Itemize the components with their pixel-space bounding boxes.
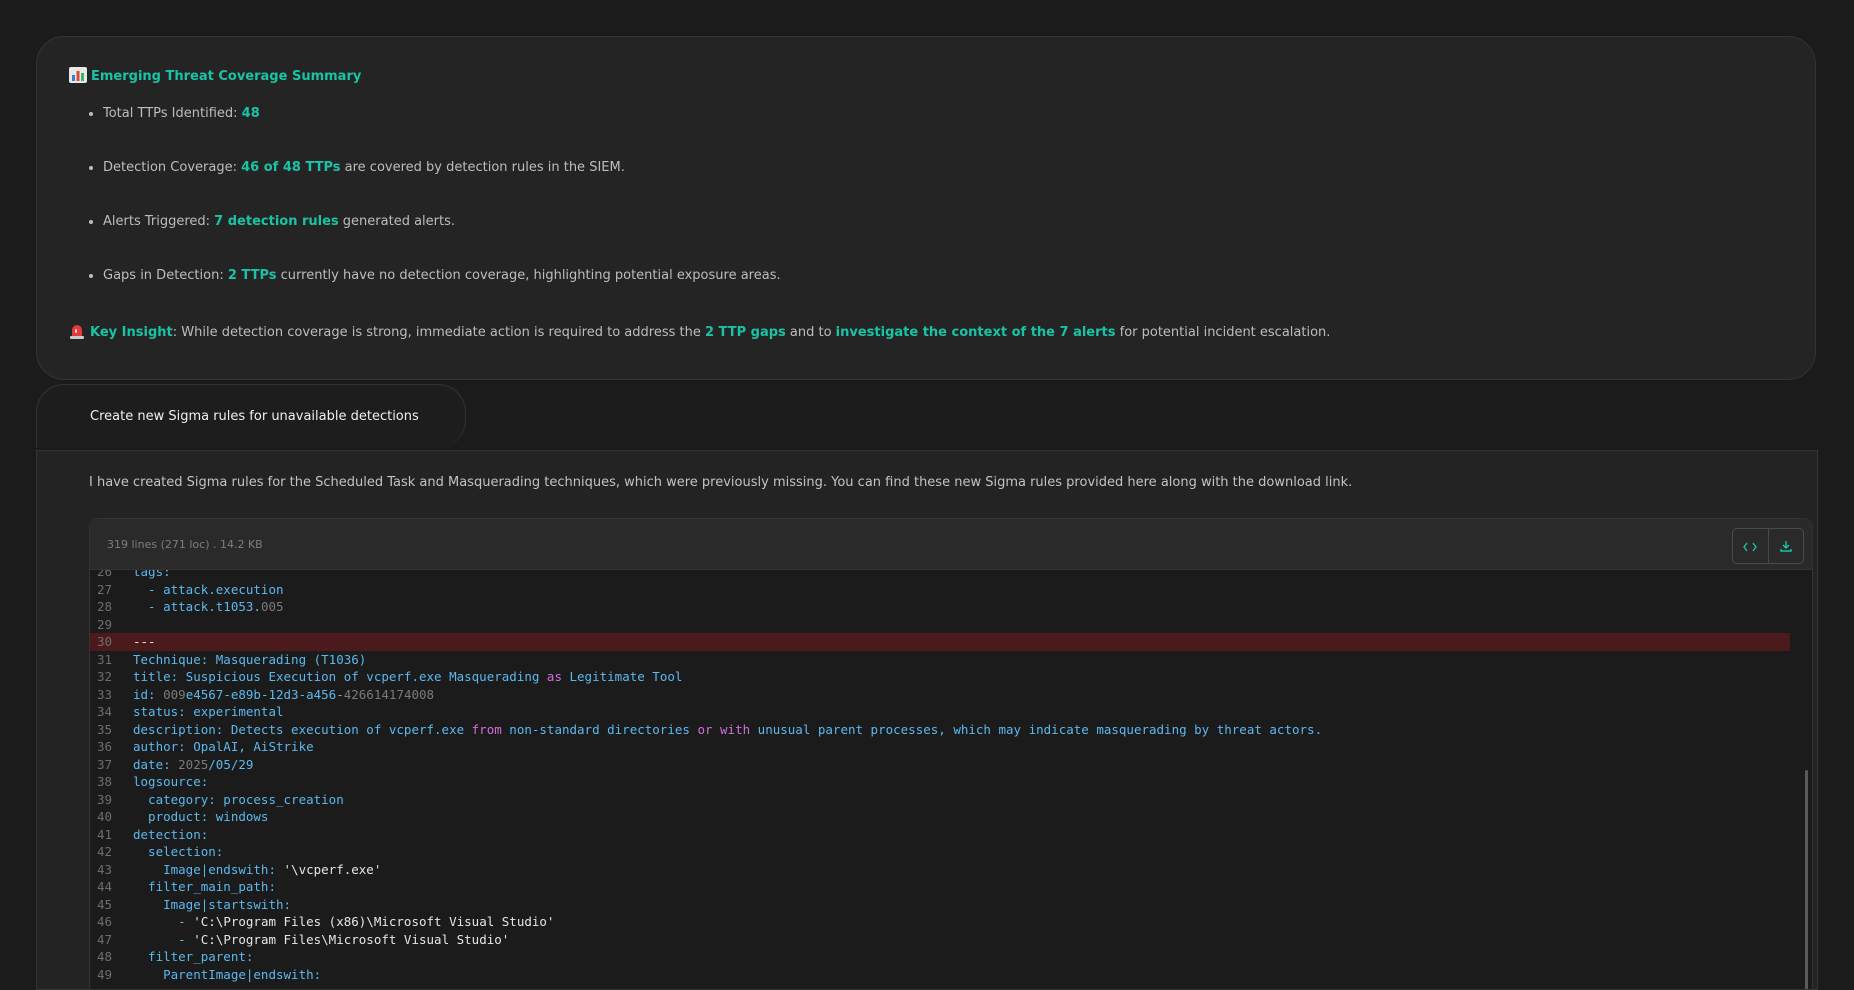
line-number: 31 bbox=[96, 651, 112, 667]
line-text: logsource: bbox=[133, 774, 209, 789]
code-line: 43 Image|endswith: '\vcperf.exe' bbox=[90, 861, 1790, 879]
code-line: 48 filter_parent: bbox=[90, 948, 1790, 966]
line-number: 46 bbox=[96, 914, 112, 929]
line-text: Technique: Masquerading (T1036) bbox=[133, 651, 367, 667]
line-number: 38 bbox=[96, 774, 112, 789]
line-text: status: experimental bbox=[133, 704, 284, 719]
summary-list: Total TTPs Identified: 48 Detection Cove… bbox=[69, 105, 1803, 321]
code-line: 40 product: windows bbox=[90, 808, 1790, 826]
line-text: filter_parent: bbox=[133, 949, 254, 964]
line-number: 39 bbox=[96, 791, 112, 807]
code-line: 36 author: OpalAI, AiStrike bbox=[90, 738, 1790, 756]
code-line: 34 status: experimental bbox=[90, 703, 1790, 721]
code-line: 38 logsource: bbox=[90, 773, 1790, 791]
line-number: 48 bbox=[96, 949, 112, 964]
download-icon bbox=[1780, 537, 1792, 556]
line-text: - attack.t1053.005 bbox=[133, 599, 284, 614]
line-text: --- bbox=[133, 634, 156, 649]
line-number: 29 bbox=[96, 616, 112, 632]
code-line: 39 category: process_creation bbox=[90, 791, 1790, 809]
code-line: 30 --- bbox=[90, 633, 1790, 651]
line-text: tags: bbox=[133, 570, 171, 579]
line-number: 43 bbox=[96, 861, 112, 877]
coverage-summary-card: Emerging Threat Coverage Summary Total T… bbox=[36, 36, 1816, 380]
code-line: 44 filter_main_path: bbox=[90, 878, 1790, 896]
line-number: 44 bbox=[96, 879, 112, 894]
line-text: selection: bbox=[133, 844, 224, 859]
code-body[interactable]: 26 tags: 27 - attack.execution 28 - attack.… bbox=[90, 570, 1812, 989]
line-number: 27 bbox=[96, 581, 112, 597]
code-line: 28 - attack.t1053.005 bbox=[90, 598, 1790, 616]
line-number: 42 bbox=[96, 844, 112, 859]
bar-chart-icon bbox=[69, 67, 87, 83]
code-line: 41 detection: bbox=[90, 826, 1790, 844]
user-prompt-bubble: Create new Sigma rules for unavailable d… bbox=[36, 384, 466, 448]
line-number: 28 bbox=[96, 599, 112, 614]
line-number: 47 bbox=[96, 931, 112, 947]
code-viewer: 319 lines (271 loc) . 14.2 KB 26 tags: 27 … bbox=[89, 518, 1813, 990]
code-scrollbar[interactable] bbox=[1805, 770, 1808, 989]
code-icon bbox=[1743, 537, 1758, 556]
insight-label: Key Insight bbox=[90, 325, 173, 340]
user-prompt-text: Create new Sigma rules for unavailable d… bbox=[90, 409, 419, 424]
line-number: 32 bbox=[96, 669, 112, 684]
line-text: detection: bbox=[133, 826, 209, 842]
line-text: id: 009e4567-e89b-12d3-a456-426614174008 bbox=[133, 686, 435, 702]
code-line: 45 Image|startswith: bbox=[90, 896, 1790, 914]
assistant-response: I have created Sigma rules for the Sched… bbox=[36, 450, 1818, 990]
line-number: 36 bbox=[96, 739, 112, 754]
line-text: ParentImage|endswith: bbox=[133, 966, 322, 982]
line-text: product: windows bbox=[133, 809, 269, 824]
line-text: - attack.execution bbox=[133, 581, 284, 597]
code-line: 26 tags: bbox=[90, 570, 1790, 581]
code-line: 27 - attack.execution bbox=[90, 581, 1790, 599]
code-line: 35 description: Detects execution of vcpe… bbox=[90, 721, 1790, 739]
line-number: 37 bbox=[96, 756, 112, 772]
code-line: 32 title: Suspicious Execution of vcperf.… bbox=[90, 668, 1790, 686]
line-text: category: process_creation bbox=[133, 791, 344, 807]
line-number: 35 bbox=[96, 721, 112, 737]
line-number: 30 bbox=[96, 634, 112, 649]
list-item: Gaps in Detection: 2 TTPs currently have… bbox=[103, 267, 1803, 321]
line-text: Image|endswith: '\vcperf.exe' bbox=[133, 861, 382, 877]
line-number: 41 bbox=[96, 826, 112, 842]
line-text: filter_main_path: bbox=[133, 879, 276, 894]
code-actions bbox=[1732, 528, 1804, 564]
code-line: 29 bbox=[90, 616, 1790, 634]
summary-title-text: Emerging Threat Coverage Summary bbox=[91, 69, 362, 84]
code-line: 33 id: 009e4567-e89b-12d3-a456-4266141740… bbox=[90, 686, 1790, 704]
line-number: 49 bbox=[96, 966, 112, 982]
code-line: 49 ParentImage|endswith: bbox=[90, 966, 1790, 984]
list-item: Detection Coverage: 46 of 48 TTPs are co… bbox=[103, 159, 1803, 213]
line-number: 40 bbox=[96, 809, 112, 824]
list-item: Total TTPs Identified: 48 bbox=[103, 105, 1803, 159]
code-line: 37 date: 2025/05/29 bbox=[90, 756, 1790, 774]
line-number: 33 bbox=[96, 686, 112, 702]
siren-icon bbox=[69, 323, 85, 339]
line-text: - 'C:\Program Files\Microsoft Visual Stu… bbox=[133, 931, 510, 947]
code-lines: 26 tags: 27 - attack.execution 28 - attack.… bbox=[90, 570, 1790, 983]
line-text: description: Detects execution of vcperf… bbox=[133, 721, 1323, 737]
code-meta: 319 lines (271 loc) . 14.2 KB bbox=[107, 538, 263, 551]
line-text: date: 2025/05/29 bbox=[133, 756, 254, 772]
view-code-button[interactable] bbox=[1733, 529, 1768, 563]
code-header: 319 lines (271 loc) . 14.2 KB bbox=[90, 519, 1812, 570]
line-text: Image|startswith: bbox=[133, 896, 292, 912]
line-text: - 'C:\Program Files (x86)\Microsoft Visu… bbox=[133, 914, 555, 929]
line-text: author: OpalAI, AiStrike bbox=[133, 739, 314, 754]
line-number: 34 bbox=[96, 704, 112, 719]
code-line: 31 Technique: Masquerading (T1036) bbox=[90, 651, 1790, 669]
line-text: title: Suspicious Execution of vcperf.ex… bbox=[133, 669, 683, 684]
line-number: 26 bbox=[96, 570, 112, 579]
summary-title: Emerging Threat Coverage Summary bbox=[69, 67, 361, 84]
code-line: 47 - 'C:\Program Files\Microsoft Visual … bbox=[90, 931, 1790, 949]
code-line: 42 selection: bbox=[90, 843, 1790, 861]
download-button[interactable] bbox=[1767, 529, 1804, 563]
line-number: 45 bbox=[96, 896, 112, 912]
code-line: 46 - 'C:\Program Files (x86)\Microsoft V… bbox=[90, 913, 1790, 931]
list-item: Alerts Triggered: 7 detection rules gene… bbox=[103, 213, 1803, 267]
key-insight: Key Insight: While detection coverage is… bbox=[69, 323, 1330, 340]
response-text: I have created Sigma rules for the Sched… bbox=[89, 475, 1353, 490]
